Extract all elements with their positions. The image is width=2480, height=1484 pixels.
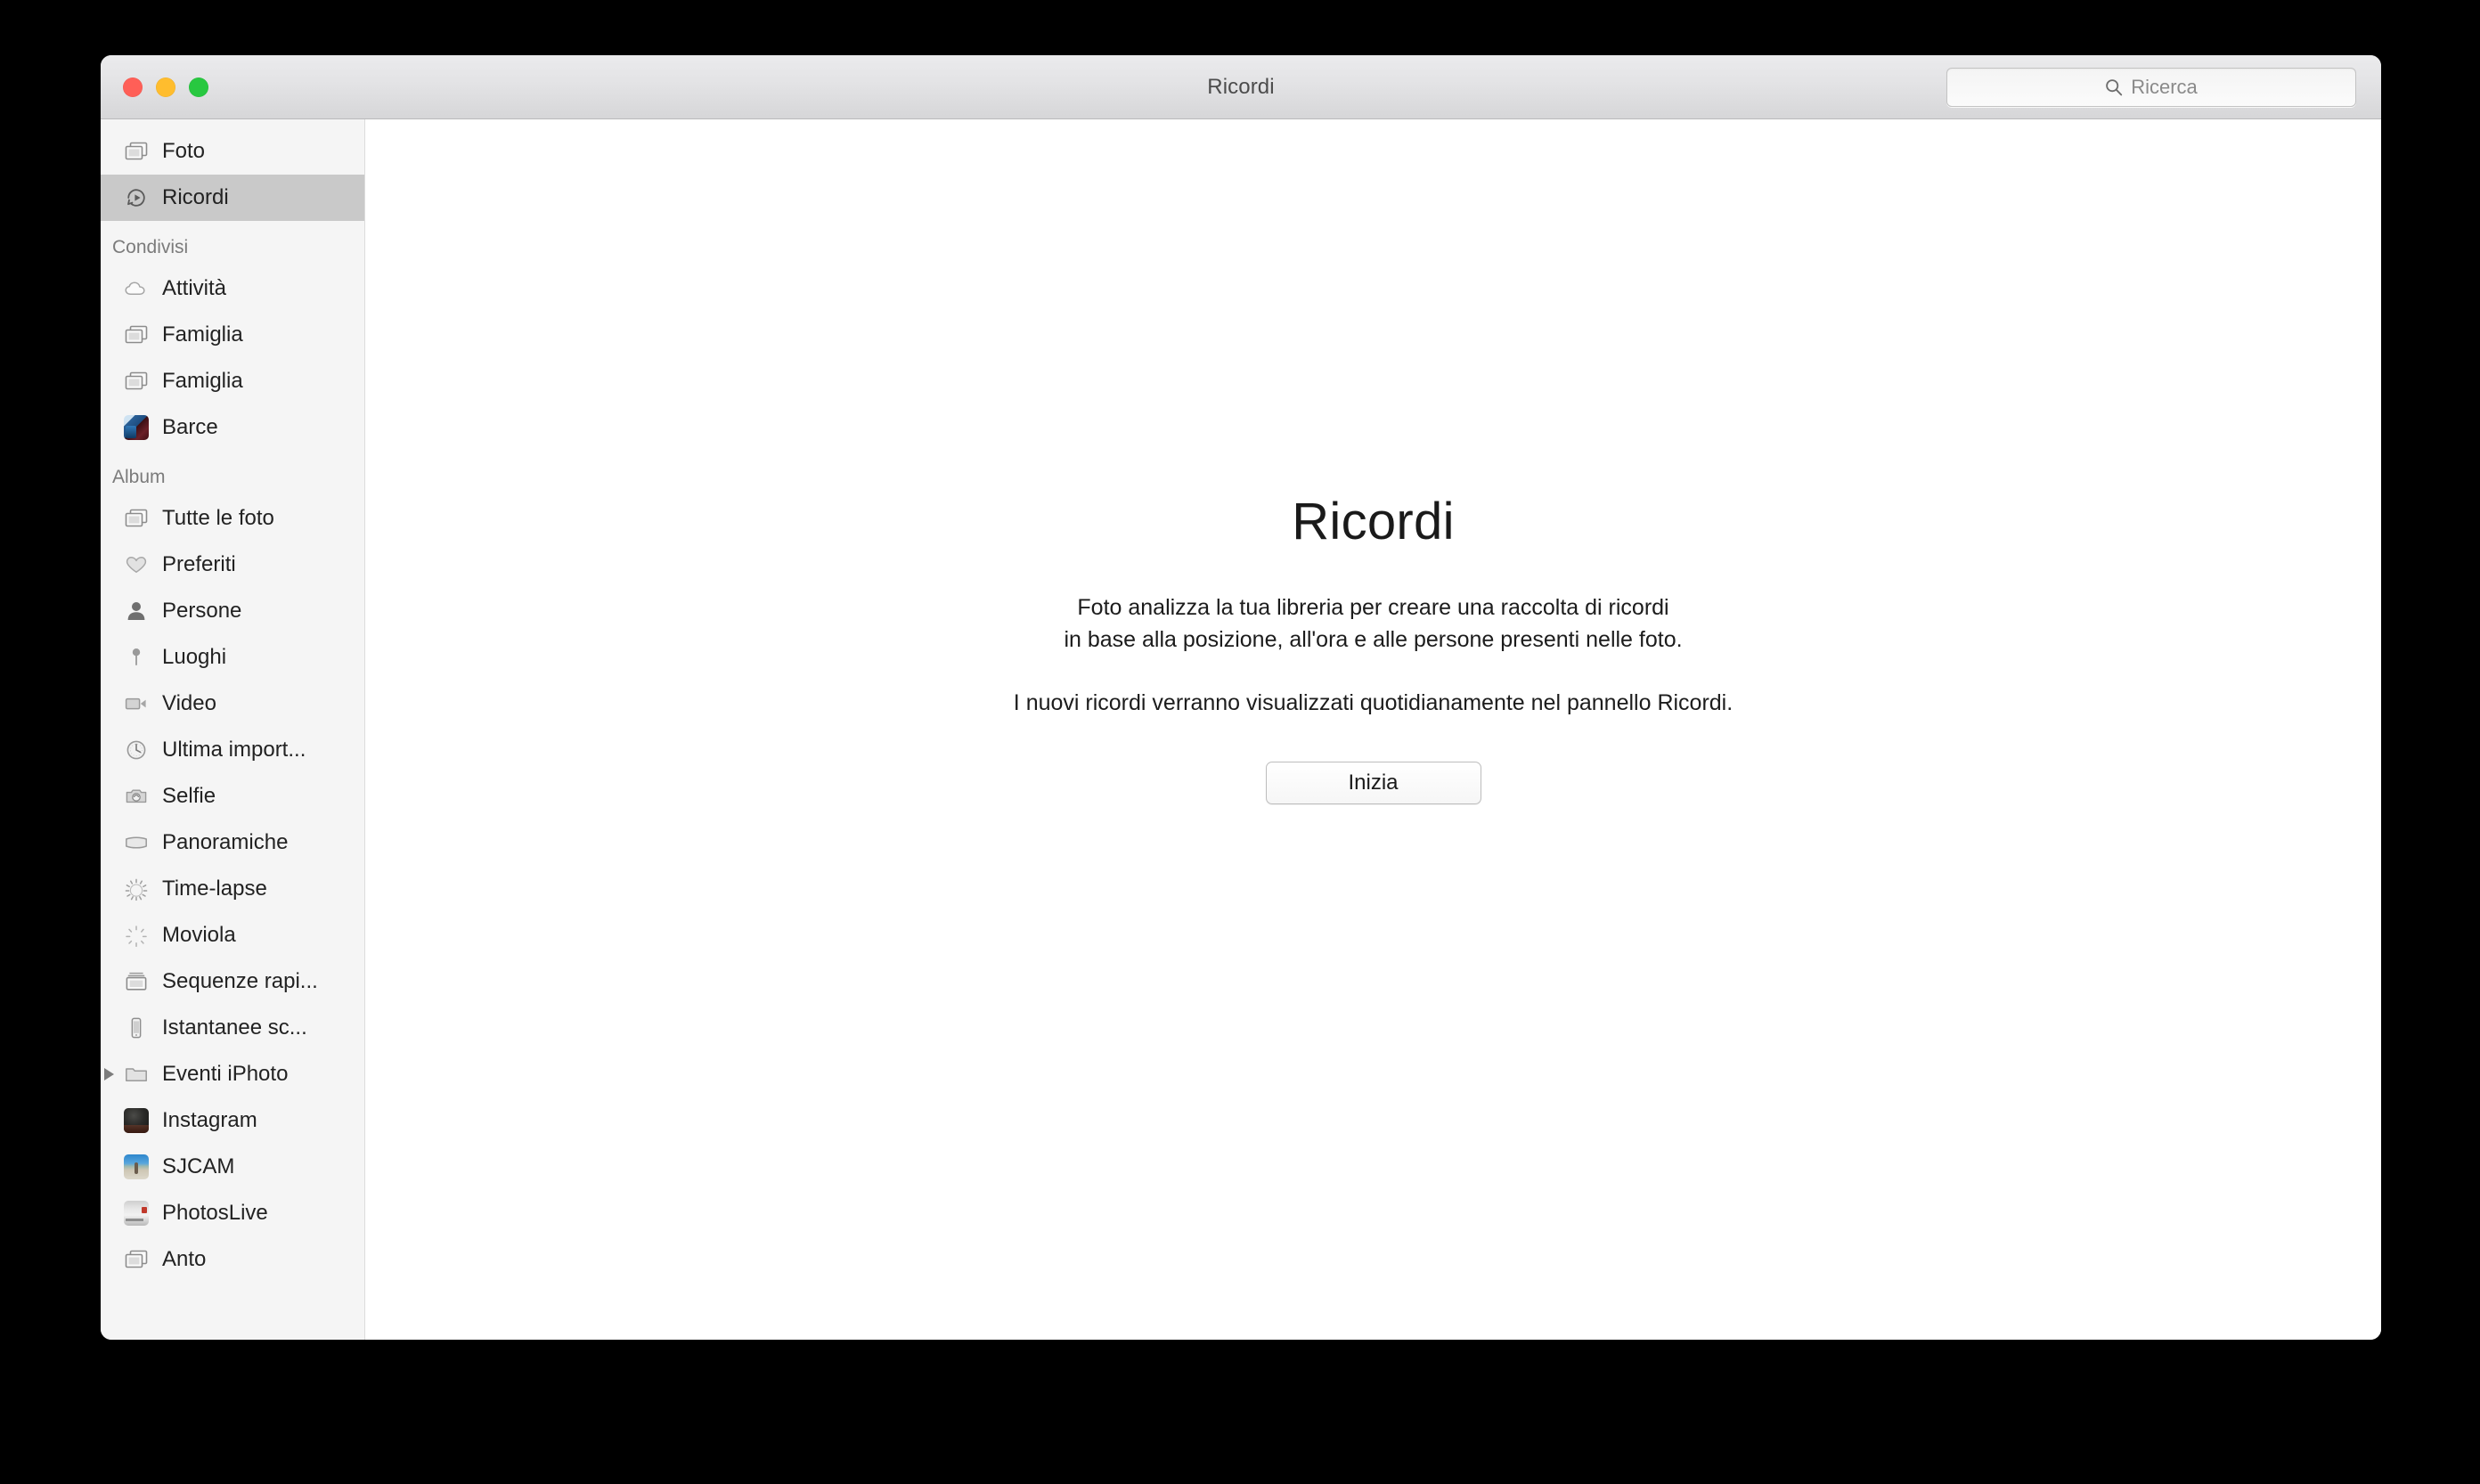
- search-icon: [2106, 78, 2123, 95]
- album-thumbnail-boat-icon: [122, 414, 151, 441]
- search-field-inner: Ricerca: [2105, 76, 2198, 99]
- photos-app-window: Ricordi Ricerca Foto Ricordi Condivisi A…: [101, 55, 2381, 1340]
- photos-stack-icon: [122, 368, 151, 395]
- photos-stack-icon: [122, 505, 151, 532]
- traffic-light-buttons: [123, 77, 208, 97]
- sidebar-item-label: Famiglia: [162, 322, 243, 347]
- sidebar-item-label: Ricordi: [162, 185, 229, 209]
- sidebar-item-eventi-iphoto[interactable]: Eventi iPhoto: [101, 1051, 364, 1097]
- sidebar-item-label: Instagram: [162, 1108, 257, 1132]
- memories-rewind-icon: [122, 184, 151, 211]
- photos-stack-icon: [122, 322, 151, 348]
- search-field[interactable]: Ricerca: [1946, 67, 2356, 107]
- person-icon: [122, 598, 151, 624]
- sidebar-item-istantanee-schermo[interactable]: Istantanee sc...: [101, 1005, 364, 1051]
- sidebar-item-label: Ultima import...: [162, 738, 306, 762]
- search-placeholder: Ricerca: [2131, 75, 2198, 98]
- sidebar-item-label: Anto: [162, 1247, 207, 1271]
- sidebar-item-famiglia-1[interactable]: Famiglia: [101, 312, 364, 358]
- sidebar-item-selfie[interactable]: Selfie: [101, 773, 364, 819]
- folder-icon: [122, 1061, 151, 1088]
- sidebar-item-barce[interactable]: Barce: [101, 404, 364, 451]
- description-paragraph-2: I nuovi ricordi verranno visualizzati qu…: [1013, 689, 1734, 715]
- sidebar-item-label: Time-lapse: [162, 877, 267, 901]
- album-thumbnail-beach-icon: [122, 1154, 151, 1180]
- sidebar-item-famiglia-2[interactable]: Famiglia: [101, 358, 364, 404]
- album-thumbnail-van-icon: [122, 1200, 151, 1227]
- sidebar[interactable]: Foto Ricordi Condivisi Attività Famiglia…: [101, 119, 365, 1340]
- burst-stack-icon: [122, 968, 151, 995]
- sidebar-item-label: Foto: [162, 139, 206, 163]
- sidebar-item-label: PhotosLive: [162, 1201, 268, 1225]
- sidebar-item-video[interactable]: Video: [101, 681, 364, 727]
- sidebar-item-label: Eventi iPhoto: [162, 1062, 289, 1086]
- window-body: Foto Ricordi Condivisi Attività Famiglia…: [101, 119, 2381, 1340]
- sidebar-section-header-condivisi: Condivisi: [112, 237, 189, 257]
- sidebar-item-persone[interactable]: Persone: [101, 588, 364, 634]
- sidebar-item-label: Attività: [162, 276, 227, 300]
- sidebar-item-ricordi[interactable]: Ricordi: [101, 175, 364, 221]
- page-title: Ricordi: [1292, 493, 1455, 550]
- sidebar-item-instagram[interactable]: Instagram: [101, 1097, 364, 1144]
- sidebar-item-label: Persone: [162, 599, 242, 623]
- sidebar-item-photoslive[interactable]: PhotosLive: [101, 1190, 364, 1236]
- memories-empty-state: Ricordi Foto analizza la tua libreria pe…: [365, 493, 2381, 805]
- sidebar-item-luoghi[interactable]: Luoghi: [101, 634, 364, 681]
- description-paragraph-1: Foto analizza la tua libreria per creare…: [1064, 594, 1683, 653]
- sidebar-item-panoramiche[interactable]: Panoramiche: [101, 819, 364, 866]
- sidebar-item-label: SJCAM: [162, 1154, 235, 1178]
- sidebar-item-label: Panoramiche: [162, 830, 289, 854]
- sidebar-item-moviola[interactable]: Moviola: [101, 912, 364, 958]
- sidebar-item-ultima-importazione[interactable]: Ultima import...: [101, 727, 364, 773]
- time-lapse-icon: [122, 876, 151, 902]
- sidebar-item-label: Barce: [162, 415, 218, 439]
- sidebar-item-label: Sequenze rapi...: [162, 969, 318, 993]
- sidebar-item-label: Famiglia: [162, 369, 243, 393]
- sidebar-item-label: Selfie: [162, 784, 216, 808]
- panorama-icon: [122, 829, 151, 856]
- sidebar-item-sequenze-rapide[interactable]: Sequenze rapi...: [101, 958, 364, 1005]
- main-content-area: Ricordi Foto analizza la tua libreria pe…: [365, 119, 2381, 1340]
- sidebar-section-header-album: Album: [112, 467, 166, 487]
- camera-rotate-icon: [122, 783, 151, 810]
- window-titlebar: Ricordi Ricerca: [101, 55, 2381, 119]
- sidebar-item-label: Luoghi: [162, 645, 227, 669]
- close-button-icon[interactable]: [123, 77, 143, 97]
- photos-stack-icon: [122, 1246, 151, 1273]
- video-camera-icon: [122, 690, 151, 717]
- sidebar-item-preferiti[interactable]: Preferiti: [101, 542, 364, 588]
- sidebar-item-label: Video: [162, 691, 216, 715]
- sidebar-item-label: Istantanee sc...: [162, 1015, 307, 1040]
- desktop-background: Ricordi Ricerca Foto Ricordi Condivisi A…: [0, 0, 2480, 1484]
- photos-stack-icon: [122, 138, 151, 165]
- sidebar-item-anto[interactable]: Anto: [101, 1236, 364, 1283]
- cloud-icon: [122, 275, 151, 302]
- chevron-right-icon[interactable]: [104, 1068, 114, 1080]
- sidebar-item-foto[interactable]: Foto: [101, 128, 364, 175]
- map-pin-icon: [122, 644, 151, 671]
- sidebar-item-label: Tutte le foto: [162, 506, 274, 530]
- sidebar-item-label: Moviola: [162, 923, 236, 947]
- sidebar-item-time-lapse[interactable]: Time-lapse: [101, 866, 364, 912]
- start-button[interactable]: Inizia: [1265, 762, 1481, 805]
- slow-motion-icon: [122, 922, 151, 949]
- heart-icon: [122, 551, 151, 578]
- sidebar-item-label: Preferiti: [162, 552, 236, 576]
- sidebar-item-attivita[interactable]: Attività: [101, 265, 364, 312]
- sidebar-item-sjcam[interactable]: SJCAM: [101, 1144, 364, 1190]
- album-thumbnail-dark-icon: [122, 1107, 151, 1134]
- minimize-button-icon[interactable]: [156, 77, 175, 97]
- zoom-button-icon[interactable]: [189, 77, 208, 97]
- iphone-icon: [122, 1015, 151, 1041]
- clock-icon: [122, 737, 151, 763]
- sidebar-item-tutte-le-foto[interactable]: Tutte le foto: [101, 495, 364, 542]
